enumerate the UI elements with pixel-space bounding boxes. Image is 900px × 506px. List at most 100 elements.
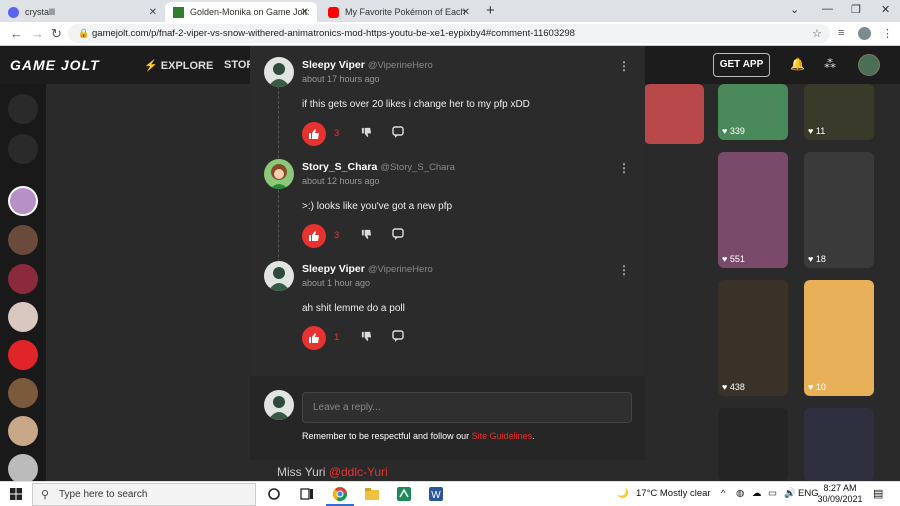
back-icon[interactable]: ← <box>10 26 23 41</box>
comment-time: about 1 hour ago <box>302 278 371 288</box>
show-hidden-icons[interactable]: ^ <box>721 488 725 499</box>
maximize-icon[interactable]: ❐ <box>851 3 861 16</box>
user-avatar[interactable] <box>858 54 880 76</box>
tab-youtube[interactable]: My Favorite Pokémon of Each Ty ✕ <box>320 2 478 22</box>
commenter-name[interactable]: Sleepy Viper @ViperineHero <box>302 263 433 275</box>
close-icon[interactable]: ✕ <box>301 7 309 18</box>
windows-start-icon[interactable] <box>10 488 22 500</box>
get-app-button[interactable]: GET APP <box>713 53 770 77</box>
taskbar-search[interactable]: ⚲ Type here to search <box>32 483 256 506</box>
guidelines-notice: Remember to be respectful and follow our… <box>302 431 535 441</box>
like-button[interactable] <box>302 122 326 146</box>
file-explorer-icon[interactable] <box>364 486 380 502</box>
profile-avatar-icon[interactable] <box>858 27 871 40</box>
reply-icon[interactable] <box>392 126 404 138</box>
like-count: 3 <box>334 128 340 139</box>
rail-home-icon[interactable] <box>8 94 38 124</box>
more-options-icon[interactable]: ⋮ <box>618 161 630 175</box>
comment-time: about 17 hours ago <box>302 74 380 84</box>
network-icon[interactable]: ◍ <box>736 488 744 499</box>
reply-icon[interactable] <box>392 228 404 240</box>
rail-community-avatar[interactable] <box>8 302 38 332</box>
rail-community-avatar[interactable] <box>8 186 38 216</box>
chrome-icon[interactable] <box>332 486 348 502</box>
commenter-handle: @ViperineHero <box>367 264 433 275</box>
browser-tab-strip: crystalll ✕ Golden-Monika on Game Jolt: … <box>0 0 900 22</box>
rail-community-avatar[interactable] <box>8 416 38 446</box>
weather-icon[interactable]: 🌙 <box>617 488 629 499</box>
reply-icon[interactable] <box>392 330 404 342</box>
like-button[interactable] <box>302 326 326 350</box>
commenter-name[interactable]: Sleepy Viper @ViperineHero <box>302 59 433 71</box>
game-thumbnail[interactable] <box>718 408 788 481</box>
game-thumbnail[interactable]: ♥ 11 <box>804 84 874 140</box>
post-mention[interactable]: @ddlc-Yuri <box>329 465 388 479</box>
thumbs-down-icon[interactable] <box>361 331 372 342</box>
like-count: 3 <box>334 230 340 241</box>
windows-taskbar: ⚲ Type here to search W 🌙 17°C Mostly cl… <box>0 481 900 506</box>
game-thumbnail[interactable]: ♥ 339 <box>718 84 788 140</box>
close-icon[interactable]: ✕ <box>149 7 157 18</box>
tab-discord[interactable]: crystalll ✕ <box>0 2 165 22</box>
gamejolt-logo[interactable]: GAME JOLT <box>10 57 100 73</box>
reply-input[interactable] <box>302 392 632 423</box>
menu-icon[interactable]: ⋮ <box>882 27 893 40</box>
tab-gamejolt[interactable]: Golden-Monika on Game Jolt: "F ✕ <box>165 2 317 22</box>
reload-icon[interactable]: ↻ <box>51 26 62 42</box>
game-thumbnail[interactable]: ♥ 18 <box>804 152 874 268</box>
more-options-icon[interactable]: ⋮ <box>618 263 630 277</box>
commenter-avatar[interactable] <box>264 261 294 291</box>
thumbs-down-icon[interactable] <box>361 229 372 240</box>
commenter-name[interactable]: Story_S_Chara @Story_S_Chara <box>302 161 455 173</box>
window-close-icon[interactable]: ✕ <box>881 3 890 16</box>
bookmark-star-icon[interactable]: ☆ <box>812 27 822 40</box>
explore-link[interactable]: ⚡ EXPLORE <box>144 59 213 72</box>
rail-library-icon[interactable] <box>8 134 38 164</box>
tab-title: crystalll <box>25 7 56 17</box>
activity-icon[interactable]: ⁂ <box>824 57 836 71</box>
notifications-bell-icon[interactable]: 🔔 <box>790 57 805 71</box>
weather-text[interactable]: 17°C Mostly clear <box>636 488 711 499</box>
word-icon[interactable]: W <box>428 486 444 502</box>
url-field[interactable]: 🔒 gamejolt.com/p/fnaf-2-viper-vs-snow-wi… <box>68 24 830 43</box>
onedrive-icon[interactable]: ☁ <box>752 488 762 499</box>
rail-community-avatar[interactable] <box>8 225 38 255</box>
tab-search-icon[interactable]: ⌄ <box>790 3 799 16</box>
rail-community-avatar[interactable] <box>8 378 38 408</box>
more-options-icon[interactable]: ⋮ <box>618 59 630 73</box>
rail-roblox-icon[interactable] <box>8 454 38 484</box>
reading-list-icon[interactable]: ≡ <box>838 27 844 39</box>
thumbs-down-icon[interactable] <box>361 127 372 138</box>
sway-icon[interactable] <box>396 486 412 502</box>
volume-icon[interactable]: 🔊 <box>784 488 796 499</box>
site-guidelines-link[interactable]: Site Guidelines <box>472 431 533 441</box>
task-view-icon[interactable] <box>299 486 315 502</box>
discord-icon <box>8 6 19 18</box>
like-button[interactable] <box>302 224 326 248</box>
commenter-avatar[interactable] <box>264 57 294 87</box>
rail-community-avatar[interactable] <box>8 264 38 294</box>
new-tab-button[interactable]: + <box>486 2 495 19</box>
search-placeholder: Type here to search <box>59 489 148 500</box>
system-clock[interactable]: 8:27 AM 30/09/2021 <box>814 483 866 505</box>
like-count: ♥ 10 <box>808 382 826 392</box>
like-count: ♥ 438 <box>722 382 745 392</box>
battery-icon[interactable]: ▭ <box>768 488 777 499</box>
svg-text:W: W <box>431 490 441 501</box>
forward-icon[interactable]: → <box>31 26 44 41</box>
thumbs-up-icon <box>309 231 319 241</box>
comment-list: Sleepy Viper @ViperineHero about 17 hours… <box>250 46 645 376</box>
game-thumbnail[interactable] <box>644 84 704 144</box>
action-center-icon[interactable]: ▤ <box>873 487 883 500</box>
close-icon[interactable]: ✕ <box>462 7 470 18</box>
game-thumbnail[interactable]: ♥ 438 <box>718 280 788 396</box>
rail-youtube-icon[interactable] <box>8 340 38 370</box>
minimize-icon[interactable]: — <box>822 3 833 15</box>
comment-time: about 12 hours ago <box>302 176 380 186</box>
like-count: ♥ 339 <box>722 126 745 136</box>
game-thumbnail[interactable]: ♥ 551 <box>718 152 788 268</box>
commenter-avatar[interactable] <box>264 159 294 189</box>
game-thumbnail[interactable] <box>804 408 874 481</box>
game-thumbnail[interactable]: ♥ 10 <box>804 280 874 396</box>
cortana-icon[interactable] <box>266 486 282 502</box>
